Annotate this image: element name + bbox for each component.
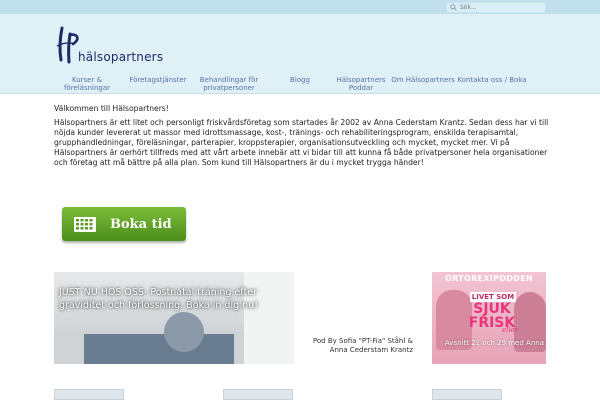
nav-item-behandlingar[interactable]: Behandlingar för privatpersoner bbox=[190, 76, 268, 94]
banner-photo-mat bbox=[84, 334, 234, 364]
logo[interactable]: hälsopartners bbox=[55, 24, 163, 74]
boka-tid-label: Boka tid bbox=[110, 216, 172, 232]
podcast-episodes: Avsnitt 21 och 29 med Anna bbox=[444, 339, 544, 347]
nav-item-om[interactable]: Om Hälsopartners bbox=[390, 76, 456, 94]
search-box[interactable] bbox=[446, 2, 546, 13]
calendar-grid-icon bbox=[74, 216, 96, 232]
podcast-title: ORTOREXIPODDEN bbox=[445, 274, 533, 283]
ortorexipodden-banner[interactable]: ORTOREXIPODDEN LIVET SOM SJUK FRISK elle… bbox=[432, 272, 546, 364]
welcome-heading: Välkommen till Hälsopartners! bbox=[54, 104, 169, 113]
nav-item-poddar[interactable]: Hälsopartners Poddar bbox=[332, 76, 390, 94]
search-input[interactable] bbox=[460, 4, 540, 11]
pod-credit: Pod By Sofia "PT-Fia" Ståhl & Anna Ceder… bbox=[312, 337, 413, 354]
search-icon bbox=[450, 4, 457, 11]
intro-paragraph: Hälsopartners är ett litet och personlig… bbox=[54, 118, 549, 167]
bottom-thumbnail-3[interactable] bbox=[432, 389, 502, 400]
nav-item-foretag[interactable]: Företagstjänster bbox=[126, 76, 190, 94]
bottom-thumbnail-1[interactable] bbox=[54, 389, 124, 400]
postnatal-feature-banner[interactable]: JUST NU HOS OSS- Postnatal träning efter… bbox=[54, 272, 294, 364]
boka-tid-button[interactable]: Boka tid bbox=[62, 207, 186, 241]
main-nav: Kurser & föreläsningar Företagstjänster … bbox=[48, 76, 600, 94]
intro-content: Välkommen till Hälsopartners! Hälsopartn… bbox=[54, 104, 554, 168]
logo-text: hälsopartners bbox=[78, 50, 164, 64]
nav-item-blogg[interactable]: Blogg bbox=[268, 76, 332, 94]
feature-caption: JUST NU HOS OSS- Postnatal träning efter… bbox=[59, 287, 258, 311]
top-bar bbox=[0, 0, 600, 14]
banner-photo-ball bbox=[164, 312, 204, 352]
nav-item-kontakt[interactable]: Kontakta oss / Boka bbox=[456, 76, 528, 94]
podcast-sjuk: SJUK bbox=[473, 301, 511, 317]
podcast-eller: eller bbox=[502, 326, 519, 334]
nav-item-kurser[interactable]: Kurser & föreläsningar bbox=[48, 76, 126, 94]
bottom-thumbnail-2[interactable] bbox=[223, 389, 293, 400]
